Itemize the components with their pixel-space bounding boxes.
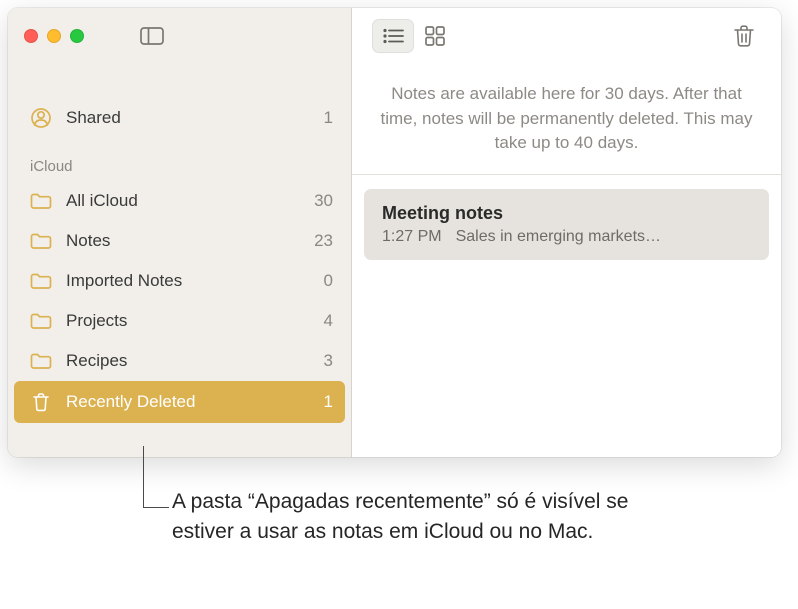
sidebar-item-count: 4 xyxy=(324,311,333,331)
delete-button[interactable] xyxy=(727,19,761,53)
sidebar-item-label: Recipes xyxy=(66,351,310,371)
sidebar-item-count: 0 xyxy=(324,271,333,291)
sidebar-item-label: Shared xyxy=(66,108,310,128)
sidebar-item-projects[interactable]: Projects 4 xyxy=(8,301,351,341)
sidebar: Shared 1 iCloud All iCloud 30 Notes 23 xyxy=(8,8,352,457)
list-icon xyxy=(382,28,404,44)
grid-icon xyxy=(425,26,445,46)
sidebar-item-label: Projects xyxy=(66,311,310,331)
info-banner: Notes are available here for 30 days. Af… xyxy=(352,64,781,175)
sidebar-item-shared[interactable]: Shared 1 xyxy=(8,98,351,138)
folder-icon xyxy=(30,191,52,211)
section-header-icloud: iCloud xyxy=(8,138,351,181)
window-controls xyxy=(24,29,84,43)
fullscreen-button[interactable] xyxy=(70,29,84,43)
trash-icon xyxy=(30,392,52,412)
folder-list: Shared 1 iCloud All iCloud 30 Notes 23 xyxy=(8,64,351,423)
sidebar-item-count: 1 xyxy=(324,392,333,412)
sidebar-item-label: Notes xyxy=(66,231,300,251)
sidebar-item-notes[interactable]: Notes 23 xyxy=(8,221,351,261)
sidebar-item-count: 30 xyxy=(314,191,333,211)
notes-window: Shared 1 iCloud All iCloud 30 Notes 23 xyxy=(8,8,781,457)
note-time: 1:27 PM xyxy=(382,228,442,246)
close-button[interactable] xyxy=(24,29,38,43)
main-pane: Notes are available here for 30 days. Af… xyxy=(352,8,781,457)
titlebar xyxy=(8,8,351,64)
sidebar-item-recipes[interactable]: Recipes 3 xyxy=(8,341,351,381)
sidebar-item-count: 23 xyxy=(314,231,333,251)
folder-icon xyxy=(30,271,52,291)
minimize-button[interactable] xyxy=(47,29,61,43)
callout-leader-line xyxy=(143,446,144,508)
folder-icon xyxy=(30,231,52,251)
folder-icon xyxy=(30,311,52,331)
note-title: Meeting notes xyxy=(382,203,751,224)
note-item[interactable]: Meeting notes 1:27 PM Sales in emerging … xyxy=(364,189,769,260)
sidebar-item-recently-deleted[interactable]: Recently Deleted 1 xyxy=(14,381,345,423)
view-toggle xyxy=(372,19,456,53)
note-meta: 1:27 PM Sales in emerging markets… xyxy=(382,228,751,246)
grid-view-button[interactable] xyxy=(414,19,456,53)
sidebar-toggle-button[interactable] xyxy=(133,21,171,51)
list-view-button[interactable] xyxy=(372,19,414,53)
sidebar-item-label: Recently Deleted xyxy=(66,392,310,412)
trash-icon xyxy=(733,24,755,48)
sidebar-item-count: 1 xyxy=(324,108,333,128)
shared-icon xyxy=(30,108,52,128)
sidebar-icon xyxy=(140,27,164,45)
folder-icon xyxy=(30,351,52,371)
sidebar-item-label: Imported Notes xyxy=(66,271,310,291)
main-toolbar xyxy=(352,8,781,64)
sidebar-item-label: All iCloud xyxy=(66,191,300,211)
sidebar-item-all-icloud[interactable]: All iCloud 30 xyxy=(8,181,351,221)
sidebar-item-imported-notes[interactable]: Imported Notes 0 xyxy=(8,261,351,301)
note-preview: Sales in emerging markets… xyxy=(456,228,661,246)
sidebar-item-count: 3 xyxy=(324,351,333,371)
callout-text: A pasta “Apagadas recentemente” só é vis… xyxy=(172,487,642,547)
